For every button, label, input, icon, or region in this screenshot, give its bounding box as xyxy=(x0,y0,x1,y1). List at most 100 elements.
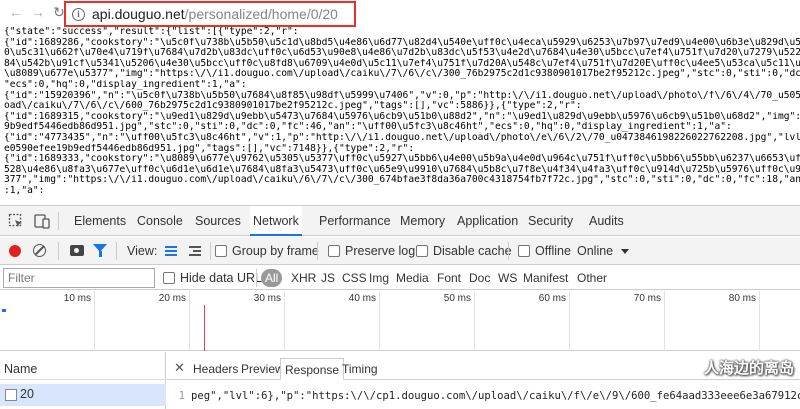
url-path: /personalized/home/0/20 xyxy=(184,6,338,22)
filter-type-xhr[interactable]: XHR xyxy=(288,269,319,287)
devtools-panel: Elements Console Sources Network Performance… xyxy=(0,205,800,409)
tab-memory[interactable]: Memory xyxy=(397,206,448,236)
tab-network[interactable]: Network xyxy=(250,206,302,236)
timeline-gridline xyxy=(759,291,760,351)
filter-input[interactable] xyxy=(3,268,155,288)
json-text-line: {"id":1689333,"cookstory":"\u8089\u677e\… xyxy=(4,154,800,165)
name-column-header[interactable]: Name xyxy=(0,358,166,380)
hide-data-urls-checkbox[interactable] xyxy=(163,272,175,284)
detail-tab-timing[interactable]: Timing xyxy=(338,358,382,380)
screenshot-camera-icon[interactable] xyxy=(70,245,84,256)
json-text-line: {"id":"15920396","n":"\u5c0f\u738b\u5b50… xyxy=(4,90,800,101)
view-label: View: xyxy=(127,244,158,258)
toolbar-divider xyxy=(210,242,211,260)
json-text-line: "ecs":0,"hq":0,"display_ingredient":1,"a… xyxy=(4,79,247,90)
close-icon[interactable]: ✕ xyxy=(174,360,185,376)
device-toolbar-icon[interactable] xyxy=(34,213,50,229)
url-text[interactable]: api.douguo.net/personalized/home/0/20 xyxy=(92,6,338,22)
request-type-icon xyxy=(5,389,17,401)
response-text: peg","lvl":6},"p":"https:\/\/cp1.douguo.… xyxy=(191,390,800,402)
network-toolbar: View: Group by frame Preserve log Disabl… xyxy=(0,237,800,265)
chevron-down-icon[interactable] xyxy=(621,249,629,254)
large-rows-icon[interactable] xyxy=(165,246,177,256)
address-bar: ← → ↻ i api.douguo.net/personalized/home… xyxy=(0,0,800,27)
json-text-line: 9b9edf5446edb86d951.jpg","stc":0,"sti":0… xyxy=(4,122,732,133)
clear-icon[interactable] xyxy=(33,244,46,257)
request-row[interactable]: 20 xyxy=(0,384,166,406)
filter-type-img[interactable]: Img xyxy=(366,269,392,287)
tab-performance[interactable]: Performance xyxy=(316,206,394,236)
record-icon[interactable] xyxy=(9,245,21,257)
network-timeline-overview: 10 ms 20 ms 30 ms 40 ms 50 ms 60 ms 70 ms 80 ms xyxy=(0,291,800,351)
json-text-line: 0\u5c31\u662f\u70e4\u719f\u7684\u7d2b\u8… xyxy=(4,48,800,59)
disable-cache-checkbox[interactable] xyxy=(416,245,428,257)
filter-funnel-icon[interactable] xyxy=(93,244,107,257)
tab-elements[interactable]: Elements xyxy=(71,206,129,236)
filter-type-other[interactable]: Other xyxy=(574,269,610,287)
json-text-line: 528\u4e86\u8fa3\u677e\uff0c\u6d1e\u6d1e\… xyxy=(4,164,800,175)
json-text-line: \u8089\u677e\u5377","img":"https:\/\/i1.… xyxy=(4,69,800,80)
inspect-element-icon[interactable] xyxy=(8,213,24,229)
wechat-logo-icon xyxy=(656,358,678,375)
filter-type-manifest[interactable]: Manifest xyxy=(520,269,571,287)
tab-application[interactable]: Application xyxy=(454,206,521,236)
network-filter-bar: Hide data URLs AllXHRJSCSSImgMediaFontDo… xyxy=(0,266,800,290)
tab-audits[interactable]: Audits xyxy=(586,206,627,236)
detail-tab-response[interactable]: Response xyxy=(280,358,345,380)
requests-and-details: Name 20 ✕ Headers Preview Response Timing 1… xyxy=(0,352,800,409)
timeline-tick-label: 50 ms xyxy=(443,293,471,304)
filter-type-all[interactable]: All xyxy=(261,269,283,287)
timeline-tick-label: 70 ms xyxy=(633,293,661,304)
filter-type-js[interactable]: JS xyxy=(318,269,338,287)
load-event-marker xyxy=(204,305,205,351)
url-highlight-box[interactable]: i api.douguo.net/personalized/home/0/20 xyxy=(64,1,356,27)
filter-type-ws[interactable]: WS xyxy=(495,269,520,287)
json-text-line: 84\u542b\u91cf\u5341\u5206\u4e30\u5bcc\u… xyxy=(4,58,800,69)
timeline-request-bar xyxy=(2,309,6,312)
tab-console[interactable]: Console xyxy=(134,206,186,236)
line-number: 1 xyxy=(178,390,185,402)
group-by-frame-label: Group by frame xyxy=(232,244,319,258)
request-name: 20 xyxy=(20,387,34,401)
timeline-tick-label: 10 ms xyxy=(63,293,91,304)
preserve-log-checkbox[interactable] xyxy=(328,245,340,257)
info-icon[interactable]: i xyxy=(72,8,85,21)
timeline-tick-label: 40 ms xyxy=(348,293,376,304)
toolbar-divider xyxy=(58,242,59,260)
overview-icon[interactable] xyxy=(189,245,201,257)
offline-checkbox[interactable] xyxy=(518,245,530,257)
watermark-text: 人海边的离岛 xyxy=(703,359,794,377)
tab-sources[interactable]: Sources xyxy=(192,206,244,236)
response-code-line: 1 peg","lvl":6},"p":"https:\/\/cp1.douguo… xyxy=(167,390,800,406)
timeline-gridline xyxy=(664,291,665,351)
timeline-tick-label: 20 ms xyxy=(158,293,186,304)
url-host: api.douguo.net xyxy=(92,6,185,22)
toolbar-divider xyxy=(317,242,318,260)
json-text-line: 377","img":"https:\/\/i1.douguo.com\/upl… xyxy=(4,175,800,186)
throttling-select[interactable]: Online xyxy=(577,237,613,265)
tab-security[interactable]: Security xyxy=(525,206,576,236)
filter-type-media[interactable]: Media xyxy=(393,269,432,287)
toolbar-divider xyxy=(116,242,117,260)
timeline-gridline xyxy=(474,291,475,351)
group-by-frame-checkbox[interactable] xyxy=(215,245,227,257)
preserve-log-label: Preserve log xyxy=(345,244,416,258)
json-text-line: {"state":"success","result":{"list":[{"t… xyxy=(4,27,299,37)
forward-arrow-icon[interactable]: → xyxy=(30,4,46,20)
json-text-line: {"id":"4773435","n":"\uff00\u5fc3\u8c46h… xyxy=(4,132,800,143)
toolbar-divider xyxy=(256,269,257,287)
timeline-gridline xyxy=(189,291,190,351)
hide-data-urls-label: Hide data URLs xyxy=(180,271,269,285)
detail-tab-headers[interactable]: Headers xyxy=(189,358,242,380)
toolbar-divider xyxy=(58,212,59,230)
json-text-line: {"id":1689286,"cookstory":"\u5c0f\u738b\… xyxy=(4,37,800,48)
timeline-gridline xyxy=(284,291,285,351)
request-list: Name 20 xyxy=(0,352,166,409)
back-arrow-icon[interactable]: ← xyxy=(8,4,24,20)
timeline-tick-label: 30 ms xyxy=(253,293,281,304)
timeline-tick-label: 60 ms xyxy=(538,293,566,304)
filter-type-doc[interactable]: Doc xyxy=(466,269,493,287)
filter-type-font[interactable]: Font xyxy=(434,269,464,287)
json-response-body: {"state":"success","result":{"list":[{"t… xyxy=(0,27,800,205)
json-text-line: :1,"a": xyxy=(4,185,45,196)
